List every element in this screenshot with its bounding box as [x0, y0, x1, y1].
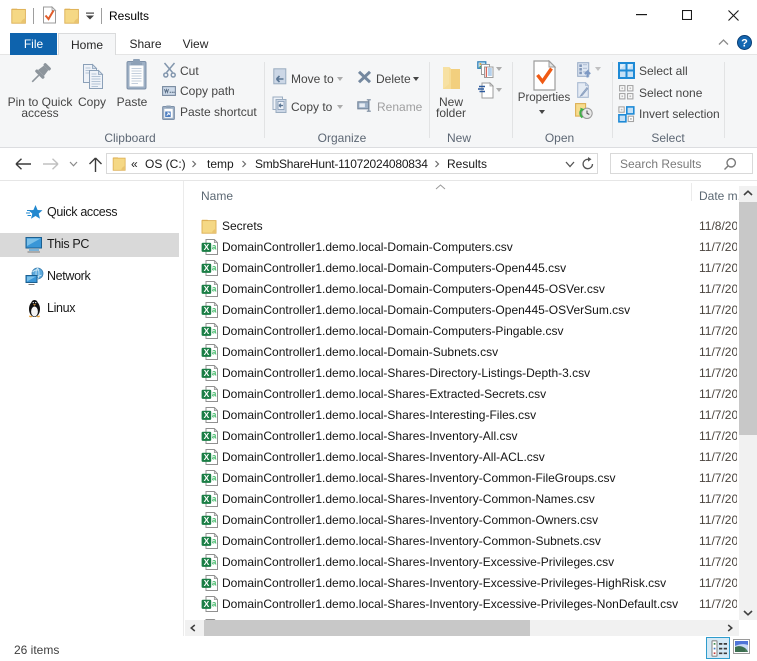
svg-text:X: X	[204, 535, 210, 545]
svg-text:a: a	[212, 284, 217, 293]
svg-text:a: a	[212, 431, 217, 440]
svg-text:a: a	[212, 578, 217, 587]
svg-text:a: a	[212, 536, 217, 545]
svg-text:a: a	[212, 473, 217, 482]
svg-text:X: X	[204, 556, 210, 566]
svg-text:X: X	[204, 304, 210, 314]
svg-text:X: X	[204, 430, 210, 440]
svg-text:a: a	[212, 494, 217, 503]
svg-text:X: X	[204, 451, 210, 461]
svg-text:X: X	[204, 388, 210, 398]
svg-text:X: X	[204, 283, 210, 293]
svg-text:X: X	[204, 367, 210, 377]
svg-text:a: a	[212, 368, 217, 377]
svg-text:a: a	[212, 599, 217, 608]
svg-text:X: X	[204, 598, 210, 608]
svg-text:X: X	[204, 262, 210, 272]
svg-text:X: X	[204, 409, 210, 419]
svg-text:a: a	[212, 515, 217, 524]
svg-text:a: a	[212, 452, 217, 461]
svg-text:?: ?	[741, 38, 748, 50]
svg-text:X: X	[204, 472, 210, 482]
svg-text:a: a	[212, 389, 217, 398]
svg-text:a: a	[212, 347, 217, 356]
svg-text:a: a	[212, 242, 217, 251]
svg-text:X: X	[204, 325, 210, 335]
svg-text:a: a	[212, 326, 217, 335]
svg-text:a: a	[212, 557, 217, 566]
svg-text:X: X	[204, 346, 210, 356]
svg-text:X: X	[204, 241, 210, 251]
svg-text:X: X	[204, 577, 210, 587]
svg-text:a: a	[212, 305, 217, 314]
svg-text:X: X	[204, 514, 210, 524]
svg-text:X: X	[204, 493, 210, 503]
svg-text:a: a	[212, 410, 217, 419]
svg-text:a: a	[212, 263, 217, 272]
